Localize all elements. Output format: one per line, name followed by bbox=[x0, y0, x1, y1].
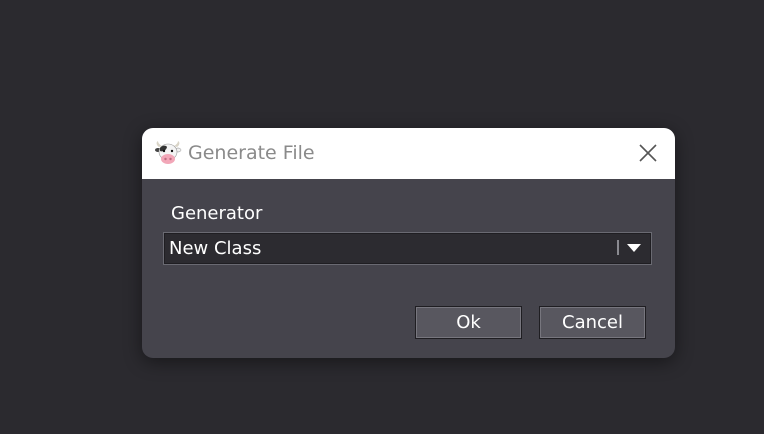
chevron-down-icon[interactable] bbox=[627, 244, 641, 252]
close-button[interactable] bbox=[635, 140, 661, 166]
generator-select[interactable]: New Class bbox=[163, 232, 652, 265]
cow-icon bbox=[154, 139, 182, 167]
ok-button[interactable]: Ok bbox=[415, 306, 522, 339]
select-separator bbox=[617, 240, 619, 255]
dialog-title: Generate File bbox=[188, 142, 315, 164]
generator-label: Generator bbox=[171, 203, 263, 224]
generator-select-value: New Class bbox=[169, 238, 262, 259]
close-icon bbox=[639, 144, 657, 162]
cancel-button[interactable]: Cancel bbox=[539, 306, 646, 339]
generate-file-dialog: Generate File Generator New Class Ok Can… bbox=[142, 128, 675, 358]
dialog-titlebar[interactable]: Generate File bbox=[142, 128, 675, 179]
